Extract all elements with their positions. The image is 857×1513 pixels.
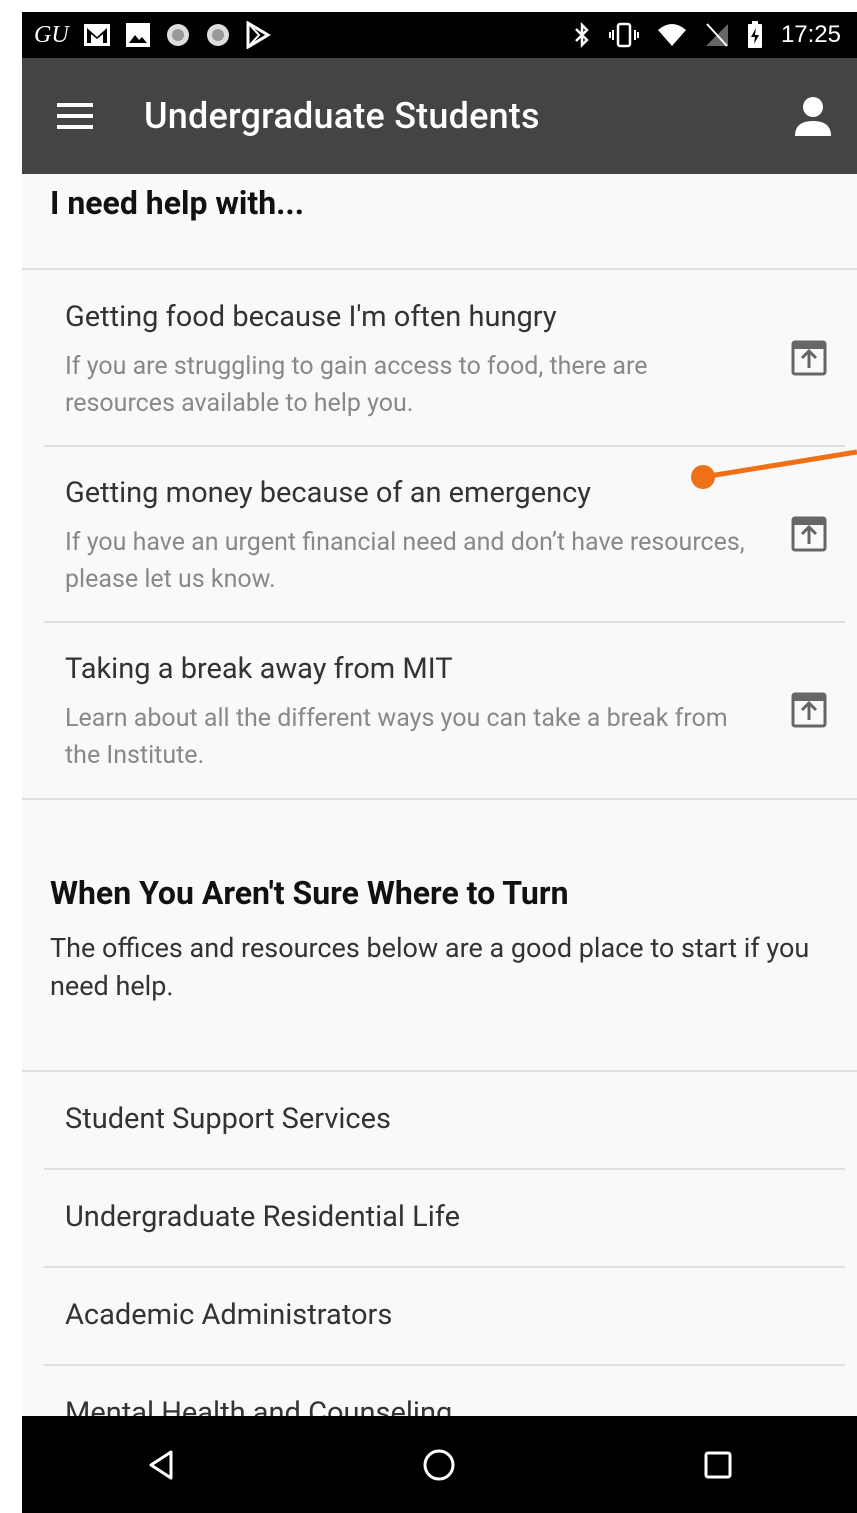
status-time: 17:25 — [780, 21, 841, 48]
recents-icon[interactable] — [658, 1416, 778, 1513]
account-icon[interactable] — [781, 58, 845, 174]
play-store-icon — [245, 20, 271, 50]
help-item-description: If you have an urgent financial need and… — [65, 528, 745, 594]
list-item-academic-administrators[interactable]: Academic Administrators — [22, 1268, 857, 1364]
list-item-label: Mental Health and Counseling — [65, 1396, 453, 1416]
help-item-description: If you are struggling to gain access to … — [65, 352, 648, 418]
status-left-icons: GU — [22, 20, 271, 50]
gmail-icon — [83, 20, 111, 50]
help-item-title: Getting money because of an emergency — [65, 476, 592, 510]
app-title: Undergraduate Students — [144, 95, 540, 137]
hamburger-menu-icon[interactable] — [34, 58, 116, 174]
help-item-description: Learn about all the different ways you c… — [65, 704, 728, 770]
help-section-heading: I need help with... — [22, 174, 857, 256]
navigation-bar — [22, 1416, 857, 1513]
help-item-title: Taking a break away from MIT — [65, 652, 453, 686]
battery-charging-icon — [747, 20, 763, 50]
gu-brand-icon: GU — [34, 21, 69, 48]
help-item-food[interactable]: Getting food because I'm often hungry If… — [22, 270, 857, 446]
help-item-money[interactable]: Getting money because of an emergency If… — [22, 446, 857, 622]
circle-icon — [165, 20, 191, 50]
list-item-label: Academic Administrators — [65, 1298, 393, 1332]
list-item-student-support[interactable]: Student Support Services — [22, 1072, 857, 1168]
help-heading: I need help with... — [50, 184, 304, 222]
divider — [22, 798, 857, 800]
list-item-residential-life[interactable]: Undergraduate Residential Life — [22, 1170, 857, 1266]
turn-section-subtitle: The offices and resources below are a go… — [50, 932, 810, 1002]
open-external-icon[interactable] — [791, 516, 827, 552]
phone-screen: GU 17:25 Undergraduate Students I need h… — [22, 12, 857, 1513]
turn-section-heading: When You Aren't Sure Where to Turn — [50, 874, 569, 912]
status-bar: GU 17:25 — [22, 12, 857, 58]
wifi-icon — [657, 20, 687, 50]
content-scroll[interactable]: I need help with... Getting food because… — [22, 174, 857, 1416]
bluetooth-icon — [573, 20, 591, 50]
status-right-icons: 17:25 — [573, 20, 857, 50]
open-external-icon[interactable] — [791, 692, 827, 728]
home-icon[interactable] — [379, 1416, 499, 1513]
image-icon — [125, 20, 151, 50]
vibrate-icon — [608, 20, 639, 50]
open-external-icon[interactable] — [791, 340, 827, 376]
app-bar: Undergraduate Students — [22, 58, 857, 174]
help-item-break[interactable]: Taking a break away from MIT Learn about… — [22, 622, 857, 798]
help-item-title: Getting food because I'm often hungry — [65, 300, 557, 334]
list-item-label: Undergraduate Residential Life — [65, 1200, 460, 1234]
list-item-mental-health[interactable]: Mental Health and Counseling — [22, 1366, 857, 1416]
back-icon[interactable] — [101, 1416, 221, 1513]
circle-icon — [205, 20, 231, 50]
list-item-label: Student Support Services — [65, 1102, 391, 1136]
no-sim-icon — [705, 20, 729, 50]
